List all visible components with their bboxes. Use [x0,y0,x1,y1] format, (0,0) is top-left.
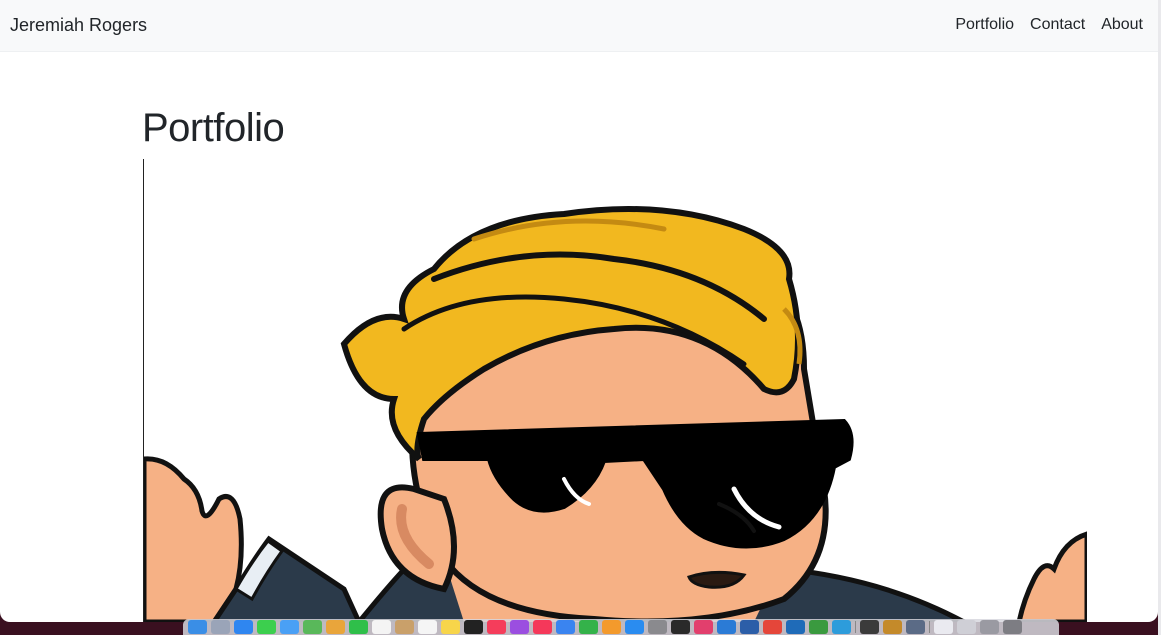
keynote-icon[interactable] [556,620,575,634]
macos-dock [183,619,1059,635]
trash-icon[interactable] [1003,620,1022,634]
launchpad-icon[interactable] [211,620,230,634]
facetime-icon[interactable] [349,620,368,634]
mail-icon[interactable] [280,620,299,634]
activity-monitor-icon[interactable] [860,620,879,634]
pages-icon[interactable] [602,620,621,634]
safari-icon[interactable] [234,620,253,634]
contacts-icon[interactable] [395,620,414,634]
news-icon[interactable] [533,620,552,634]
finder-icon[interactable] [188,620,207,634]
app-store-icon[interactable] [625,620,644,634]
wd-icon[interactable] [786,620,805,634]
chrome-icon[interactable] [763,620,782,634]
slack-icon[interactable] [694,620,713,634]
navbar: Jeremiah Rogers Portfolio Contact About [0,0,1158,52]
folder-icon[interactable] [957,620,976,634]
left-hand [144,456,244,622]
dock-separator [929,621,930,633]
nav-links: Portfolio Contact About [955,15,1143,35]
browser-window: Jeremiah Rogers Portfolio Contact About … [0,0,1158,622]
messages-icon[interactable] [257,620,276,634]
system-preferences-icon[interactable] [648,620,667,634]
calendar-icon[interactable] [372,620,391,634]
app-green-icon[interactable] [809,620,828,634]
document-icon[interactable] [934,620,953,634]
dock-separator [855,621,856,633]
terminal-icon[interactable] [671,620,690,634]
maps-icon[interactable] [303,620,322,634]
sourcetree-icon[interactable] [740,620,759,634]
reminders-icon[interactable] [418,620,437,634]
nav-link-about[interactable]: About [1101,15,1143,35]
photos-icon[interactable] [326,620,345,634]
cartoon-illustration [144,206,1087,622]
right-hand [1016,531,1087,622]
tv-icon[interactable] [464,620,483,634]
app-m-icon[interactable] [832,620,851,634]
screen-icon[interactable] [906,620,925,634]
nav-link-portfolio[interactable]: Portfolio [955,15,1014,35]
brand-link[interactable]: Jeremiah Rogers [10,14,147,36]
numbers-icon[interactable] [579,620,598,634]
downloads-icon[interactable] [980,620,999,634]
nav-link-contact[interactable]: Contact [1030,15,1085,35]
page-title: Portfolio [142,106,285,150]
wow-icon[interactable] [883,620,902,634]
music-icon[interactable] [487,620,506,634]
portfolio-image [143,159,1087,622]
vscode-icon[interactable] [717,620,736,634]
notes-icon[interactable] [441,620,460,634]
podcasts-icon[interactable] [510,620,529,634]
